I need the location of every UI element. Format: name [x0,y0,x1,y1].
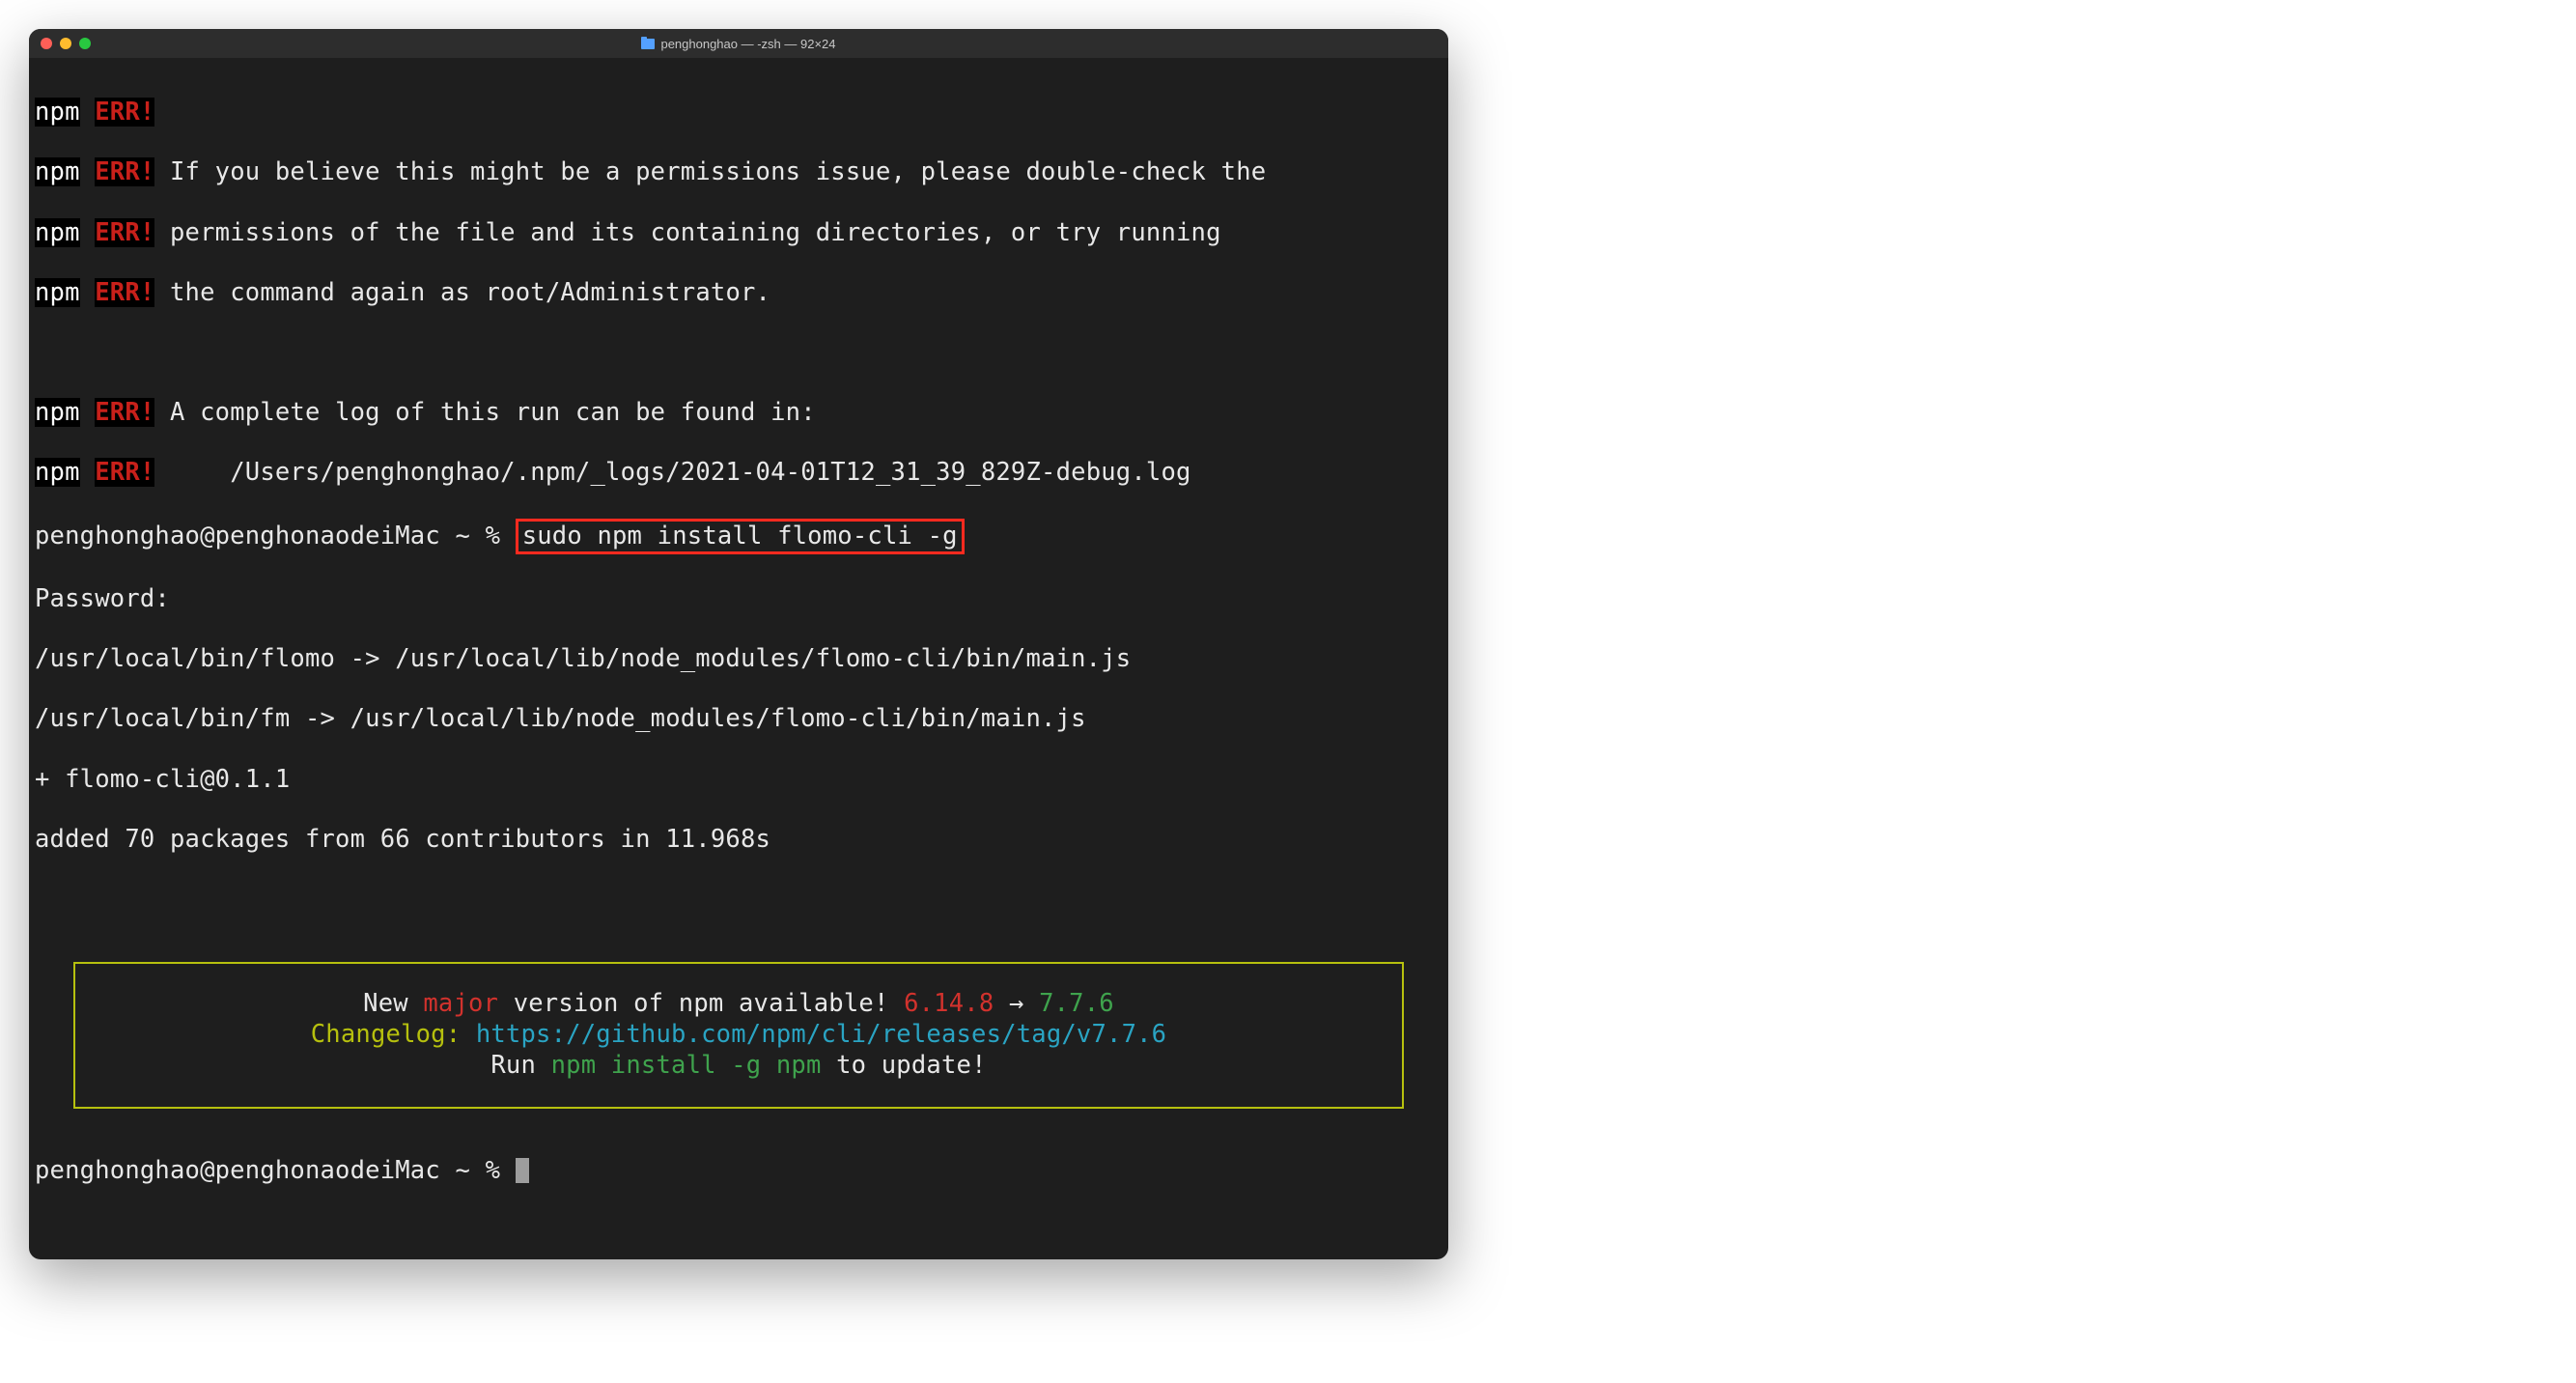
err-line: npm ERR! the command again as root/Admin… [35,278,1442,308]
prompt-prefix: penghonghao@penghonaodeiMac ~ % [35,1156,516,1185]
output-line: Password: [35,584,1442,614]
notice-changelog-label: Changelog: [311,1020,476,1049]
zoom-button[interactable] [79,38,91,49]
npm-tag: npm [35,98,80,127]
err-line: npm ERR! permissions of the file and its… [35,218,1442,248]
npm-tag: npm [35,458,80,487]
err-text: permissions of the file and its containi… [154,218,1220,247]
err-tag: ERR! [95,278,154,307]
prompt-prefix: penghonghao@penghonaodeiMac ~ % [35,522,516,550]
err-tag: ERR! [95,218,154,247]
notice-text: to update! [822,1051,987,1080]
err-text: /Users/penghonghao/.npm/_logs/2021-04-01… [154,458,1190,487]
notice-text: New [363,989,423,1018]
terminal-window: penghonghao — -zsh — 92×24 npm ERR! npm … [29,29,1448,1259]
output-line: + flomo-cli@0.1.1 [35,765,1442,795]
cursor-icon [516,1158,529,1183]
err-line: npm ERR! If you believe this might be a … [35,157,1442,187]
close-button[interactable] [41,38,52,49]
err-line: npm ERR! A complete log of this run can … [35,398,1442,428]
window-title: penghonghao — -zsh — 92×24 [41,37,1437,51]
output-line: /usr/local/bin/flomo -> /usr/local/lib/n… [35,644,1442,674]
shell-command: sudo npm install flomo-cli -g [522,522,958,550]
err-tag: ERR! [95,98,154,127]
folder-icon [641,39,655,49]
notice-major: major [423,989,498,1018]
err-text: If you believe this might be a permissio… [154,157,1266,186]
window-title-text: penghonghao — -zsh — 92×24 [660,37,835,51]
err-line: npm ERR! /Users/penghonghao/.npm/_logs/2… [35,458,1442,488]
npm-tag: npm [35,278,80,307]
err-tag: ERR! [95,458,154,487]
notice-text: version of npm available! [498,989,904,1018]
err-text: A complete log of this run can be found … [154,398,815,427]
blank-line [35,885,1442,915]
notice-arrow: → [994,989,1039,1018]
notice-new-version: 7.7.6 [1039,989,1114,1018]
command-highlight: sudo npm install flomo-cli -g [516,519,965,554]
minimize-button[interactable] [60,38,71,49]
npm-update-notice: New major version of npm available! 6.14… [73,962,1404,1109]
blank-line [35,338,1442,368]
output-line: /usr/local/bin/fm -> /usr/local/lib/node… [35,704,1442,734]
window-titlebar: penghonghao — -zsh — 92×24 [29,29,1448,58]
traffic-lights [41,38,91,49]
terminal-output[interactable]: npm ERR! npm ERR! If you believe this mi… [29,58,1448,1259]
notice-old-version: 6.14.8 [904,989,994,1018]
prompt-line: penghonghao@penghonaodeiMac ~ % sudo npm… [35,519,1442,554]
notice-install-cmd: npm install -g npm [551,1051,822,1080]
npm-tag: npm [35,218,80,247]
prompt-line[interactable]: penghonghao@penghonaodeiMac ~ % [35,1156,1442,1186]
notice-text: Run [490,1051,550,1080]
npm-tag: npm [35,398,80,427]
err-tag: ERR! [95,398,154,427]
err-line: npm ERR! [35,98,1442,127]
output-line: added 70 packages from 66 contributors i… [35,825,1442,855]
npm-tag: npm [35,157,80,186]
err-text: the command again as root/Administrator. [154,278,770,307]
notice-changelog-url: https://github.com/npm/cli/releases/tag/… [476,1020,1166,1049]
err-tag: ERR! [95,157,154,186]
